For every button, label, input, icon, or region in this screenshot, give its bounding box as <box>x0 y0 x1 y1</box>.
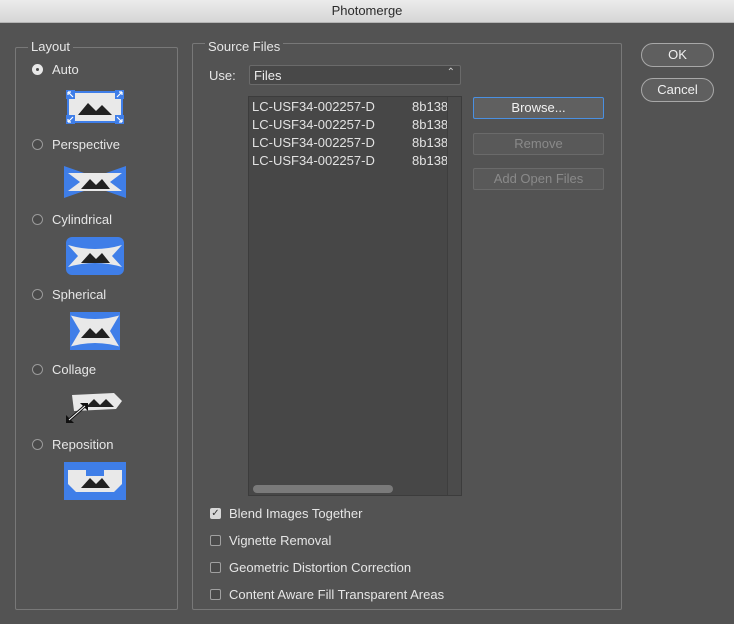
radio-button-perspective[interactable] <box>32 138 43 150</box>
radio-label-spherical: Spherical <box>52 286 107 302</box>
radio-spherical[interactable]: Spherical <box>32 286 106 302</box>
list-item[interactable]: LC-USF34-002257-D 8b138 <box>252 135 448 153</box>
use-select-value: Files <box>254 68 282 83</box>
radio-button-auto[interactable] <box>32 63 43 75</box>
radio-reposition[interactable]: Reposition <box>32 436 113 452</box>
list-item[interactable]: LC-USF34-002257-D 8b138 <box>252 99 448 117</box>
content-aware-fill-option[interactable]: Content Aware Fill Transparent Areas <box>210 586 444 602</box>
spherical-layout-icon[interactable] <box>64 312 126 350</box>
vignette-removal-label: Vignette Removal <box>229 532 332 548</box>
reposition-layout-icon[interactable] <box>64 462 126 500</box>
radio-label-collage: Collage <box>52 361 97 377</box>
radio-button-cylindrical[interactable] <box>32 213 43 225</box>
content-aware-fill-checkbox[interactable] <box>210 588 221 600</box>
add-open-files-button[interactable]: Add Open Files <box>473 168 604 190</box>
radio-perspective[interactable]: Perspective <box>32 136 120 152</box>
chevron-updown-icon: ⌃ <box>446 67 455 78</box>
radio-collage[interactable]: Collage <box>32 361 96 377</box>
radio-button-collage[interactable] <box>32 363 43 375</box>
radio-button-spherical[interactable] <box>32 288 43 300</box>
radio-button-reposition[interactable] <box>32 438 43 450</box>
file-ext: 8b138 <box>412 99 448 114</box>
content-aware-fill-label: Content Aware Fill Transparent Areas <box>229 586 445 602</box>
file-name: LC-USF34-002257-D <box>252 99 375 114</box>
source-files-legend: Source Files <box>205 39 284 54</box>
radio-label-reposition: Reposition <box>52 436 114 452</box>
cancel-button[interactable]: Cancel <box>641 78 714 102</box>
collage-layout-icon[interactable] <box>64 387 126 425</box>
file-name: LC-USF34-002257-D <box>252 117 375 132</box>
browse-button[interactable]: Browse... <box>473 97 604 119</box>
file-ext: 8b138 <box>412 153 448 168</box>
horizontal-scrollbar[interactable] <box>249 481 447 495</box>
perspective-layout-icon[interactable] <box>64 163 126 201</box>
vignette-removal-checkbox[interactable] <box>210 534 221 546</box>
radio-auto[interactable]: Auto <box>32 61 79 77</box>
radio-label-auto: Auto <box>52 61 79 77</box>
use-select[interactable]: Files ⌃ <box>249 65 461 85</box>
ok-button[interactable]: OK <box>641 43 714 67</box>
radio-cylindrical[interactable]: Cylindrical <box>32 211 112 227</box>
blend-images-checkbox[interactable]: ✓ <box>210 507 221 519</box>
geometric-distortion-option[interactable]: Geometric Distortion Correction <box>210 559 411 575</box>
file-ext: 8b138 <box>412 135 448 150</box>
vertical-scrollbar[interactable] <box>447 97 461 495</box>
window-title: Photomerge <box>0 0 734 23</box>
photomerge-dialog: Photomerge Layout Auto Perspective Cylin… <box>0 0 734 624</box>
radio-label-perspective: Perspective <box>52 136 120 152</box>
horizontal-scrollbar-thumb[interactable] <box>253 485 393 493</box>
layout-legend: Layout <box>28 39 74 54</box>
use-label: Use: <box>209 68 236 83</box>
cylindrical-layout-icon[interactable] <box>64 237 126 275</box>
source-files-list[interactable]: LC-USF34-002257-D 8b138 LC-USF34-002257-D… <box>248 96 462 496</box>
file-name: LC-USF34-002257-D <box>252 153 375 168</box>
auto-layout-icon[interactable] <box>64 88 126 126</box>
geometric-distortion-checkbox[interactable] <box>210 561 221 573</box>
remove-button[interactable]: Remove <box>473 133 604 155</box>
radio-label-cylindrical: Cylindrical <box>52 211 112 227</box>
list-item[interactable]: LC-USF34-002257-D 8b138 <box>252 153 448 171</box>
blend-images-option[interactable]: ✓ Blend Images Together <box>210 505 362 521</box>
list-item[interactable]: LC-USF34-002257-D 8b138 <box>252 117 448 135</box>
file-name: LC-USF34-002257-D <box>252 135 375 150</box>
blend-images-label: Blend Images Together <box>229 505 363 521</box>
vignette-removal-option[interactable]: Vignette Removal <box>210 532 331 548</box>
geometric-distortion-label: Geometric Distortion Correction <box>229 559 412 575</box>
file-ext: 8b138 <box>412 117 448 132</box>
